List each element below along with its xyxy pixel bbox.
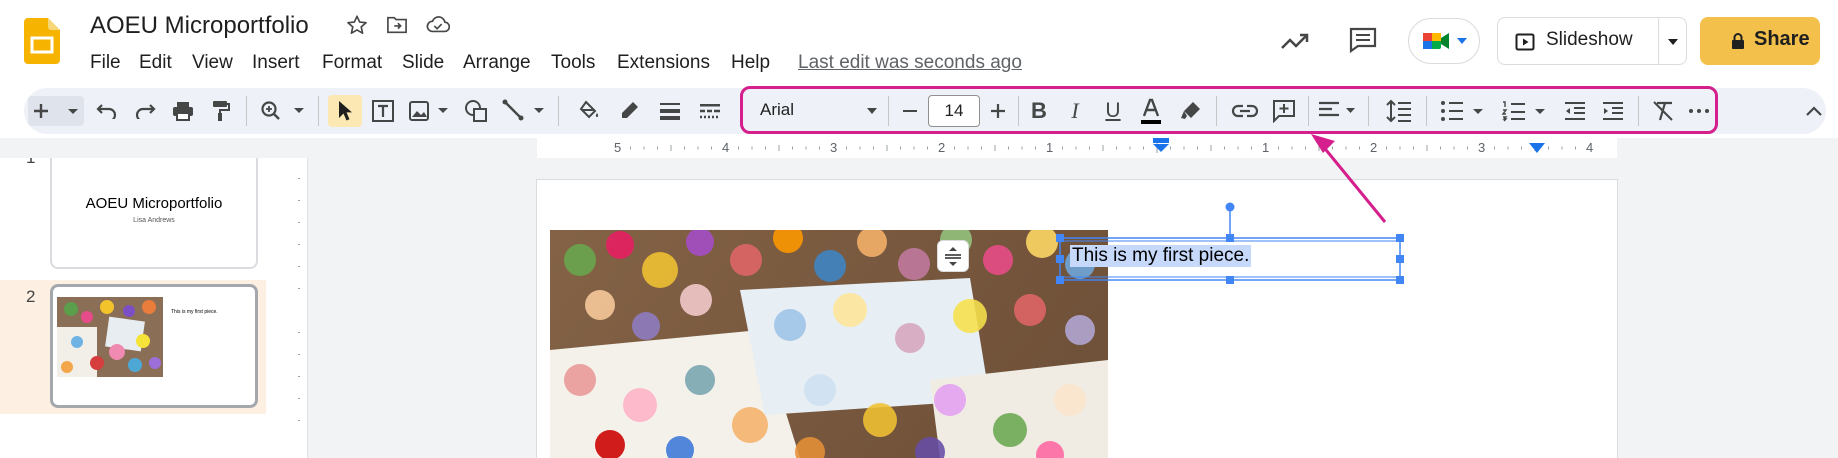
select-tool-icon[interactable] [328,95,362,127]
ruler-label: 3 [1476,140,1488,155]
align-icon[interactable] [1316,96,1360,126]
menu-tools[interactable]: Tools [551,52,595,74]
toolbar-divider [1216,96,1217,126]
toolbar-divider [246,96,247,126]
shape-icon[interactable] [460,96,492,126]
meet-icon [1421,28,1451,54]
menu-format[interactable]: Format [322,52,382,74]
more-options-icon[interactable] [1684,96,1714,126]
slideshow-button[interactable]: Slideshow [1497,17,1687,65]
thumbnail-image [57,297,163,377]
ruler-label: 3 [828,140,840,155]
toolbar-divider [1018,96,1019,126]
menu-arrange[interactable]: Arrange [463,52,531,74]
highlight-color-icon[interactable] [1176,96,1206,126]
line-spacing-icon[interactable] [1382,96,1416,126]
text-color-icon[interactable] [1136,94,1166,128]
numbered-list-icon[interactable] [1500,96,1550,126]
toolbar-divider [318,96,319,126]
fill-color-icon[interactable] [574,96,604,126]
ruler-label: 5 [612,140,624,155]
undo-icon[interactable] [92,96,122,126]
toolbar-divider [558,96,559,126]
thumbnail-caption: This is my first piece. [171,309,218,315]
print-icon[interactable] [168,96,198,126]
button-divider [1658,18,1659,64]
document-title[interactable]: AOEU Microportfolio [90,12,309,40]
increase-indent-icon[interactable] [1598,96,1628,126]
menu-help[interactable]: Help [731,52,770,74]
slide-number: 2 [26,287,36,306]
star-icon[interactable] [344,12,370,38]
toolbar-divider [888,96,889,126]
ruler-label: 1 [1044,140,1056,155]
share-label: Share [1754,28,1810,50]
horizontal-ruler[interactable]: 5 4 3 2 1 1 2 3 4 [0,138,1838,158]
border-color-icon[interactable] [614,96,644,126]
toolbar-divider [1368,96,1369,126]
bold-icon[interactable]: B [1024,96,1054,126]
zoom-button[interactable] [258,96,310,126]
decrease-indent-icon[interactable] [1560,96,1590,126]
chevron-down-icon [1455,35,1469,47]
increase-font-size-icon[interactable] [984,96,1012,126]
border-weight-icon[interactable] [654,96,686,126]
slides-logo-icon[interactable] [24,18,60,64]
ruler-label: 4 [1584,140,1596,155]
comment-icon[interactable] [1345,22,1381,58]
border-dash-icon[interactable] [694,96,726,126]
toolbar-divider [1308,96,1309,126]
bulleted-list-icon[interactable] [1438,96,1488,126]
decrease-font-size-icon[interactable] [896,96,924,126]
paint-format-icon[interactable] [206,96,236,126]
menu-edit[interactable]: Edit [139,52,172,74]
thumbnail-title: AOEU Microportfolio [85,195,223,212]
slideshow-dropdown-icon[interactable] [1662,32,1684,52]
slide-canvas[interactable]: This is my first piece. [537,180,1617,458]
insert-image-icon[interactable] [406,96,454,126]
line-icon[interactable] [500,96,550,126]
selected-text[interactable]: This is my first piece. [1070,245,1252,267]
slideshow-label: Slideshow [1546,29,1633,50]
present-icon [1514,31,1536,53]
ruler-label: 2 [1368,140,1380,155]
ruler-label: 1 [1260,140,1272,155]
italic-icon[interactable]: I [1060,96,1090,126]
selection-handles[interactable] [537,180,1617,458]
font-family-select[interactable]: Arial [760,100,794,120]
share-button[interactable]: Share [1700,17,1820,65]
menu-extensions[interactable]: Extensions [617,52,710,74]
menu-file[interactable]: File [90,52,121,74]
chevron-down-icon[interactable] [862,104,882,118]
clear-formatting-icon[interactable] [1648,96,1678,126]
text-box-icon[interactable] [368,96,398,126]
left-indent-marker[interactable] [1150,138,1172,152]
insert-comment-icon[interactable] [1268,96,1300,126]
slide-thumbnail-1[interactable]: AOEU Microportfolio Lisa Andrews [50,147,258,269]
collapse-toolbar-icon[interactable] [1800,96,1828,126]
underline-icon[interactable]: U [1098,96,1128,126]
trend-icon[interactable] [1278,24,1312,58]
toolbar-divider [1638,96,1639,126]
new-slide-button[interactable] [28,96,84,126]
lock-icon [1728,30,1748,52]
insert-link-icon[interactable] [1228,96,1262,126]
menu-slide[interactable]: Slide [402,52,444,74]
move-folder-icon[interactable] [384,12,410,38]
right-indent-marker[interactable] [1528,141,1546,153]
redo-icon[interactable] [130,96,160,126]
last-edit-link[interactable]: Last edit was seconds ago [798,52,1022,74]
menu-insert[interactable]: Insert [252,52,300,74]
vertical-ruler[interactable] [290,158,308,458]
menu-view[interactable]: View [192,52,233,74]
toolbar-divider [1426,96,1427,126]
meet-button[interactable] [1408,18,1480,64]
thumbnail-subtitle: Lisa Andrews [133,217,175,224]
font-size-input[interactable]: 14 [928,95,980,127]
ruler-label: 4 [720,140,732,155]
cloud-saved-icon[interactable] [424,12,452,38]
ruler-label: 2 [936,140,948,155]
slide-thumbnail-2[interactable]: This is my first piece. [50,284,258,408]
